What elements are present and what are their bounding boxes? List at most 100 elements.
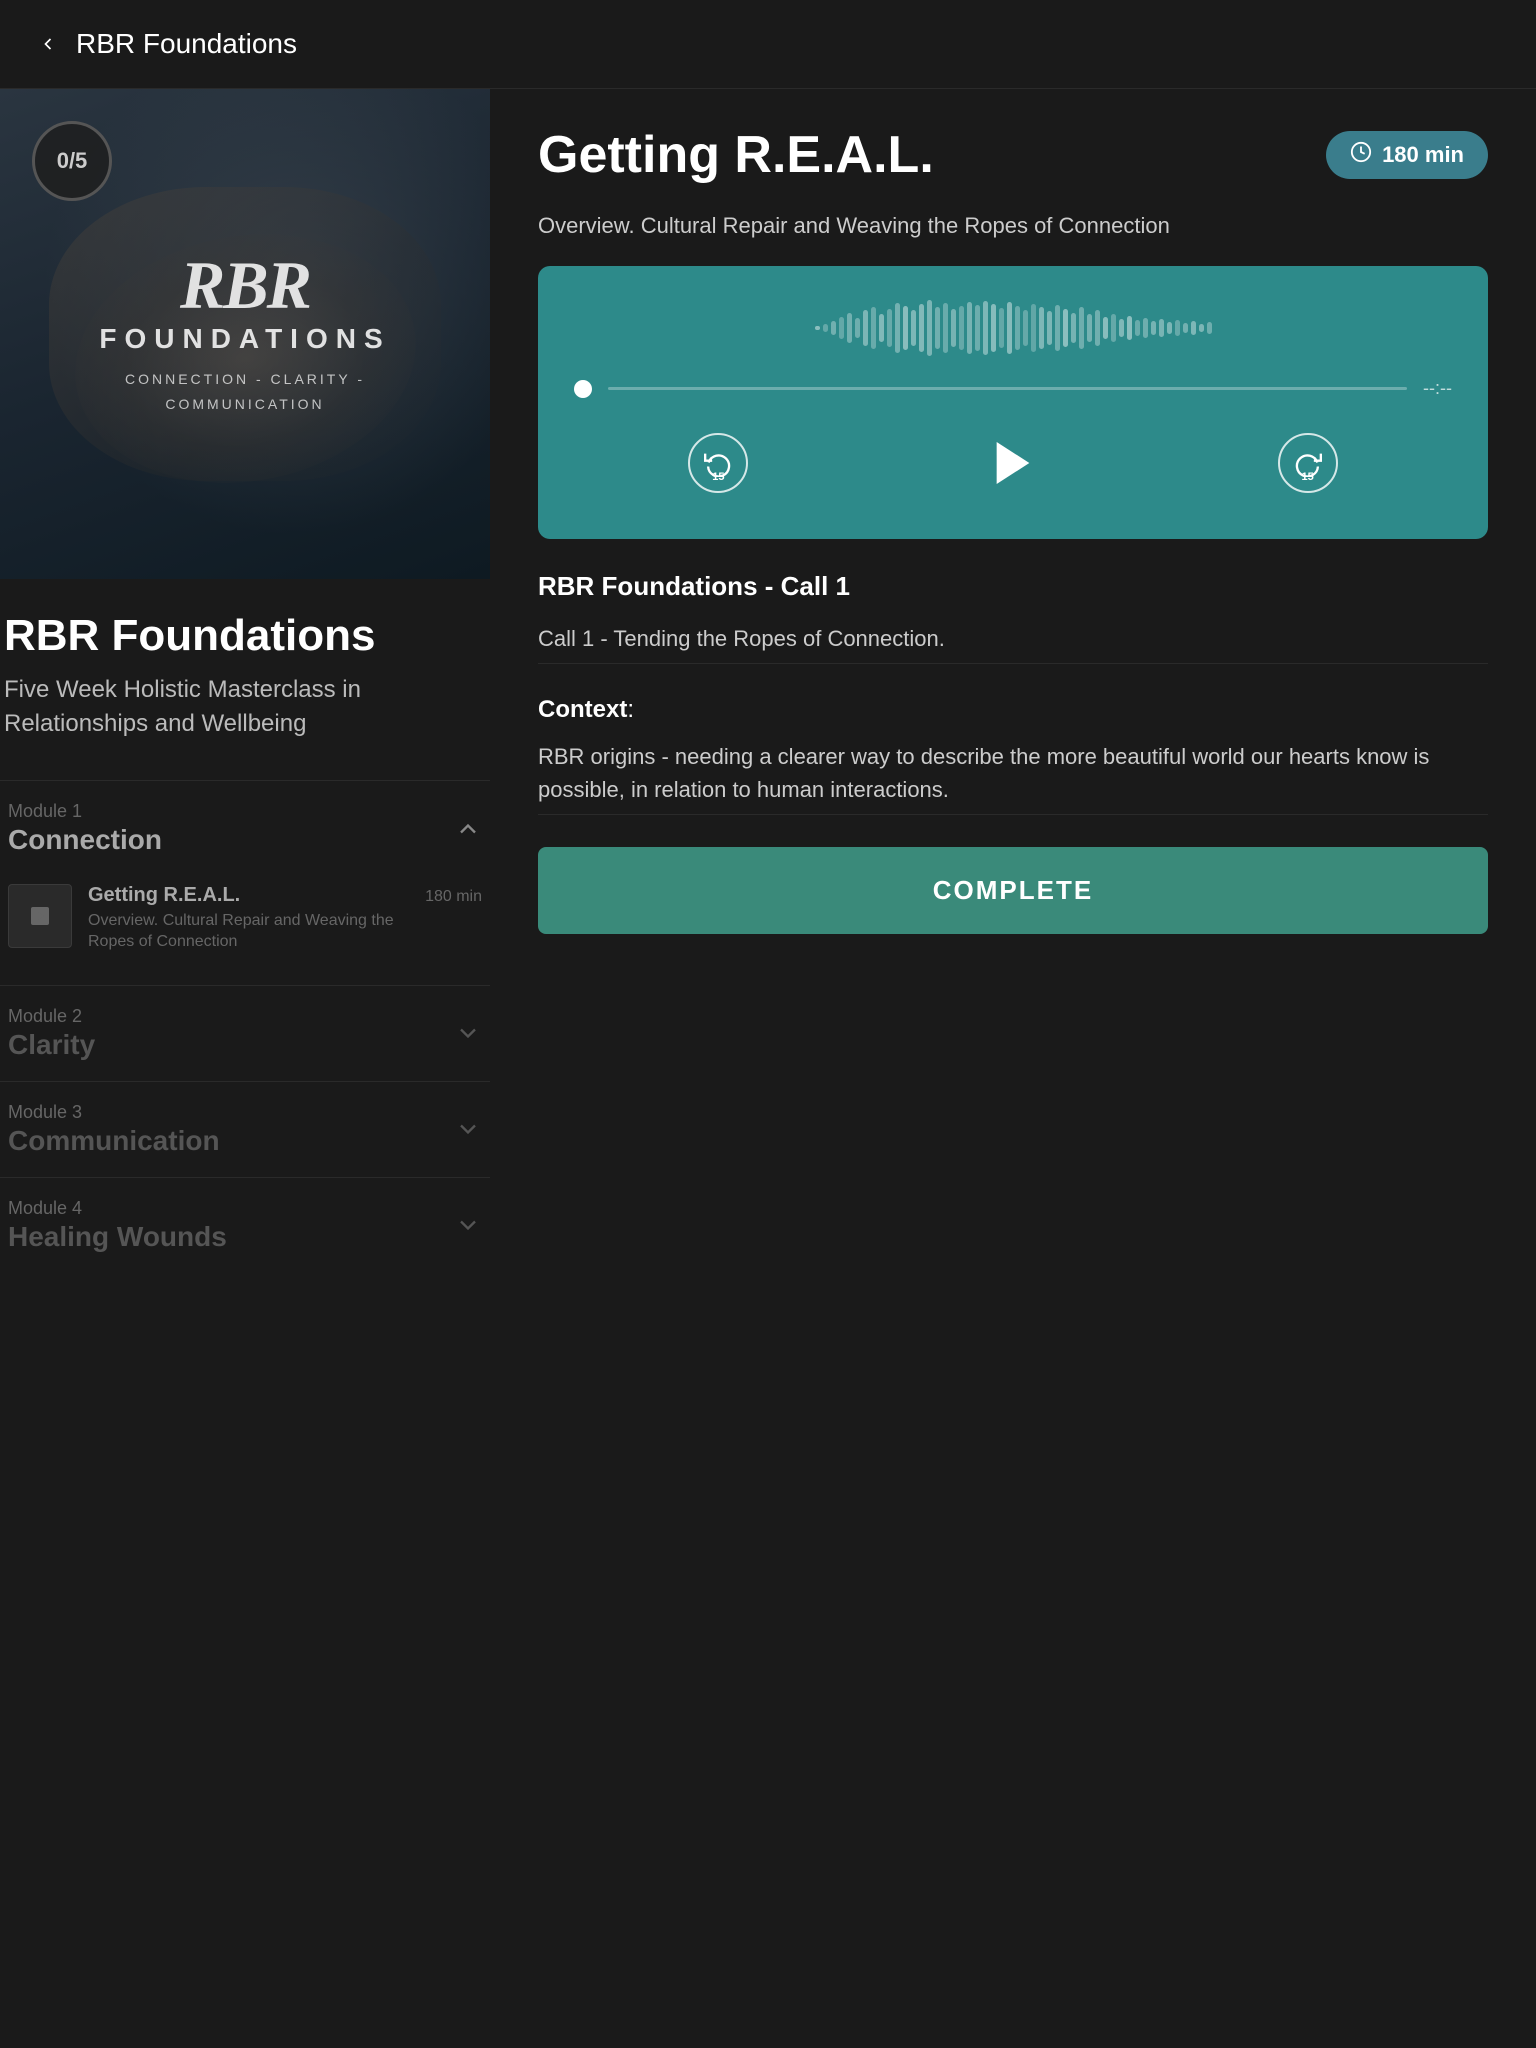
context-section: Context: RBR origins - needing a clearer… (538, 688, 1488, 815)
play-button[interactable] (977, 427, 1049, 499)
lesson-info: Getting R.E.A.L. Overview. Cultural Repa… (88, 884, 409, 953)
time-display: --:-- (1423, 378, 1452, 399)
wave-bar (1167, 322, 1172, 334)
chevron-down-icon-2 (454, 1115, 482, 1143)
wave-bar (823, 324, 828, 332)
wave-bar (815, 326, 820, 330)
wave-bar (1039, 307, 1044, 349)
lesson-duration: 180 min (425, 884, 482, 906)
module-list: Module 1 Connection Getting R.E.A.L. (0, 780, 490, 2048)
wave-bar (951, 309, 956, 347)
module-item-healing: Module 4 Healing Wounds (0, 1177, 490, 1273)
main-content: RBR FOUNDATIONS CONNECTION - CLARITY - C… (0, 89, 1536, 2048)
wave-bar (1191, 321, 1196, 335)
wave-bar (1023, 310, 1028, 346)
wave-bar (887, 309, 892, 347)
module-item-clarity: Module 2 Clarity (0, 985, 490, 1081)
rewind-label: 15 (712, 471, 724, 483)
player-progress[interactable]: --:-- (574, 378, 1452, 399)
wave-bar (1175, 320, 1180, 336)
module-3-label: Module 3 (8, 1102, 220, 1123)
wave-bar (903, 306, 908, 350)
module-4-title: Healing Wounds (8, 1221, 227, 1253)
wave-bar (895, 303, 900, 353)
audio-player: --:-- 15 (538, 266, 1488, 539)
wave-bar (1047, 311, 1052, 345)
wave-bar (991, 304, 996, 352)
module-2-header[interactable]: Module 2 Clarity (8, 1006, 482, 1061)
course-logo: RBR FOUNDATIONS CONNECTION - CLARITY - C… (99, 251, 390, 417)
wave-bar (999, 308, 1004, 348)
wave-bar (1087, 314, 1092, 342)
module-item-communication: Module 3 Communication (0, 1081, 490, 1177)
module-3-header[interactable]: Module 3 Communication (8, 1102, 482, 1157)
call-title: RBR Foundations - Call 1 (538, 571, 1488, 602)
wave-bar (847, 313, 852, 343)
wave-bar (959, 306, 964, 350)
wave-bar (1007, 302, 1012, 354)
progress-track[interactable] (608, 387, 1407, 390)
chevron-down-icon-3 (454, 1211, 482, 1239)
duration-badge: 180 min (1326, 131, 1488, 179)
logo-foundations: FOUNDATIONS (99, 323, 390, 355)
wave-bar (1119, 319, 1124, 337)
lesson-title: Getting R.E.A.L. (88, 884, 409, 907)
module-1-content: Getting R.E.A.L. Overview. Cultural Repa… (8, 856, 482, 965)
wave-bar (935, 307, 940, 349)
back-button[interactable] (32, 28, 64, 60)
progress-indicator (574, 380, 592, 398)
lesson-header: Getting R.E.A.L. 180 min (538, 125, 1488, 185)
rewind-button[interactable]: 15 (688, 433, 748, 493)
wave-bar (1143, 318, 1148, 338)
player-controls: 15 15 (574, 419, 1452, 507)
module-1-header[interactable]: Module 1 Connection (8, 801, 482, 856)
context-label: Context: (538, 696, 1488, 724)
wave-bar (1183, 323, 1188, 333)
module-1-title: Connection (8, 824, 162, 856)
module-2-title: Clarity (8, 1029, 95, 1061)
wave-bar (1103, 317, 1108, 339)
wave-bar (1095, 310, 1100, 346)
wave-bar (863, 310, 868, 346)
wave-bar (839, 317, 844, 339)
wave-bar (1031, 304, 1036, 352)
course-title: RBR Foundations (0, 611, 490, 661)
module-4-label: Module 4 (8, 1198, 227, 1219)
wave-bar (975, 305, 980, 351)
module-4-header[interactable]: Module 4 Healing Wounds (8, 1198, 482, 1253)
top-navigation: RBR Foundations (0, 0, 1536, 89)
duration-text: 180 min (1382, 142, 1464, 168)
wave-bar (1111, 314, 1116, 342)
wave-bar (967, 302, 972, 354)
chevron-down-icon (454, 1019, 482, 1047)
forward-button[interactable]: 15 (1278, 433, 1338, 493)
wave-bar (1063, 309, 1068, 347)
module-1-label: Module 1 (8, 801, 162, 822)
clock-icon (1350, 141, 1372, 169)
logo-rbr: RBR (99, 251, 390, 319)
complete-button[interactable]: COMPLETE (538, 847, 1488, 934)
logo-tagline: CONNECTION - CLARITY - COMMUNICATION (99, 367, 390, 417)
lesson-desc: Overview. Cultural Repair and Weaving th… (88, 911, 409, 953)
wave-bar (1079, 307, 1084, 349)
wave-bar (919, 304, 924, 352)
module-2-label: Module 2 (8, 1006, 95, 1027)
course-subtitle: Five Week Holistic Masterclass in Relati… (0, 673, 490, 740)
chevron-up-icon (454, 815, 482, 843)
call-title-section: RBR Foundations - Call 1 Call 1 - Tendin… (538, 563, 1488, 664)
wave-bar (1151, 321, 1156, 335)
right-panel: Getting R.E.A.L. 180 min Overview. Cultu… (490, 89, 1536, 2048)
lesson-item[interactable]: Getting R.E.A.L. Overview. Cultural Repa… (8, 872, 482, 965)
lesson-main-title: Getting R.E.A.L. (538, 125, 934, 185)
wave-bar (1135, 320, 1140, 336)
wave-bar (911, 310, 916, 346)
wave-bar (879, 314, 884, 342)
context-text: RBR origins - needing a clearer way to d… (538, 740, 1488, 806)
wave-bar (831, 321, 836, 335)
course-info: RBR Foundations Five Week Holistic Maste… (0, 579, 490, 764)
wave-bar (927, 300, 932, 356)
forward-label: 15 (1302, 471, 1314, 483)
wave-bar (983, 301, 988, 355)
wave-bar (943, 303, 948, 353)
wave-bar (1071, 313, 1076, 343)
